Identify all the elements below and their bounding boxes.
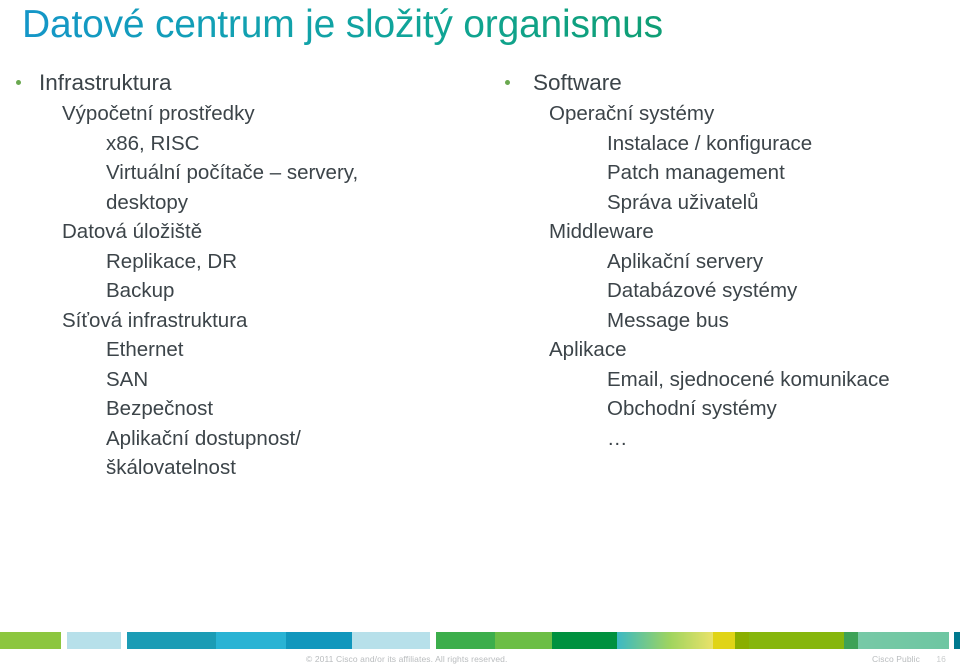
bullet-line: Message bus (497, 306, 952, 336)
bullet-line-label: Správa uživatelů (607, 190, 759, 214)
bullet-dot-icon (505, 80, 510, 85)
footer-bar-segment (127, 632, 216, 649)
bullet-line: Bezpečnost (8, 394, 478, 424)
bullet-line-label: Datová úložiště (62, 220, 203, 243)
footer-bar-segment (351, 632, 430, 649)
page-title: Datové centrum je složitý organismus (22, 2, 938, 48)
bullet-line-label: Backup (106, 279, 175, 302)
bullet-line-label: Patch management (607, 161, 785, 184)
bullet-line-label: Aplikační dostupnost/škálovatelnost (106, 426, 301, 480)
bullet-line: Správa uživatelů (497, 188, 952, 218)
footer-bar-segment (844, 632, 859, 649)
bullet-line: Ethernet (8, 335, 478, 365)
footer-bar-segment (67, 632, 121, 649)
footer-copyright: © 2011 Cisco and/or its affiliates. All … (306, 654, 508, 664)
bullet-line-label: Message bus (607, 308, 729, 332)
footer-bar-segment (748, 632, 845, 649)
bullet-line: Operační systémy (497, 99, 952, 129)
bullet-line: Instalace / konfigurace (497, 129, 952, 159)
bullet-line-label: Aplikace (549, 338, 627, 361)
bullet-line-label: Databázové systémy (607, 279, 798, 302)
footer-bar-segment (953, 632, 960, 649)
bullet-line: Software (497, 66, 952, 99)
slide-body: Infrastruktura Výpočetní prostředky x86, R… (0, 66, 960, 606)
bullet-line-label: Bezpečnost (106, 397, 214, 420)
bullet-line: Replikace, DR (8, 247, 478, 277)
footer-page-number: 16 (936, 654, 946, 664)
footer-bar-segment (712, 632, 736, 649)
footer-bar-segment (215, 632, 286, 649)
bullet-line: Datová úložiště (8, 217, 478, 247)
footer-bar-segment (436, 632, 496, 649)
bullet-line-label: Síťová infrastruktura (62, 308, 248, 332)
bullet-line-label: Výpočetní prostředky (62, 102, 255, 125)
bullet-line-label: Ethernet (106, 338, 184, 361)
bullet-line-label: … (607, 426, 628, 450)
bullet-dot-icon (16, 80, 21, 85)
bullet-column-infrastructure: Infrastruktura Výpočetní prostředky x86, R… (8, 66, 478, 483)
footer-bar-segment (735, 632, 749, 649)
footer-bar-segment (617, 632, 713, 649)
footer-bar-segment (285, 632, 352, 649)
bullet-line-label: Infrastruktura (39, 70, 172, 95)
bullet-line: Patch management (497, 158, 952, 188)
bullet-line: Aplikace (497, 335, 952, 365)
bullet-line: … (497, 424, 952, 454)
bullet-line: Backup (8, 276, 478, 306)
footer-classification: Cisco Public (872, 654, 920, 664)
bullet-line: Obchodní systémy (497, 394, 952, 424)
bullet-line-label: Aplikační servery (607, 249, 764, 273)
bullet-line-label: Instalace / konfigurace (607, 131, 813, 155)
bullet-line: Aplikační servery (497, 247, 952, 277)
bullet-line-label: x86, RISC (106, 131, 200, 155)
bullet-line: x86, RISC (8, 129, 478, 159)
bullet-line-label: Replikace, DR (106, 249, 238, 273)
footer-color-bar (0, 632, 960, 649)
bullet-line: Síťová infrastruktura (8, 306, 478, 336)
bullet-line-label: Software (533, 70, 622, 95)
bullet-line: Infrastruktura (8, 66, 478, 99)
bullet-line: Middleware (497, 217, 952, 247)
bullet-line-label: Operační systémy (549, 102, 715, 125)
bullet-line-label: Virtuální počítače – servery, desktopy (106, 161, 364, 214)
bullet-line: Email, sjednocené komunikace (497, 365, 952, 395)
footer-bar-segment (551, 632, 618, 649)
bullet-line-label: Email, sjednocené komunikace (607, 367, 890, 391)
bullet-line: Virtuální počítače – servery, desktopy (8, 158, 478, 217)
bullet-line: Databázové systémy (497, 276, 952, 306)
bullet-column-software: Software Operační systémy Instalace / konf… (497, 66, 952, 453)
footer-bar-segment (495, 632, 552, 649)
bullet-line: Aplikační dostupnost/škálovatelnost (8, 424, 478, 483)
bullet-line: Výpočetní prostředky (8, 99, 478, 129)
bullet-line-label: SAN (106, 367, 149, 391)
bullet-line: SAN (8, 365, 478, 395)
footer-bar-segment (0, 632, 61, 649)
bullet-line-label: Obchodní systémy (607, 397, 777, 420)
bullet-line-label: Middleware (549, 220, 654, 243)
footer-bar-segment (858, 632, 949, 649)
